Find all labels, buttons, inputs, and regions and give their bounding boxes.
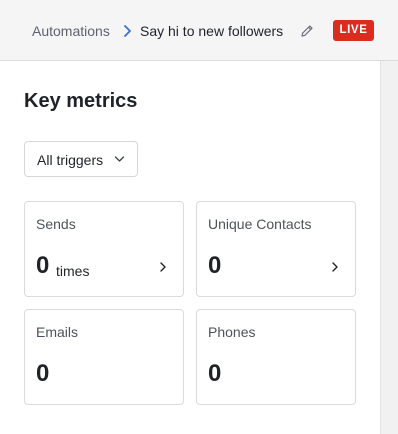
chevron-down-icon (114, 156, 125, 162)
card-title: Sends (36, 216, 76, 232)
emails-card: Emails 0 (24, 309, 184, 405)
metrics-panel: Key metrics All triggers Sends 0 times U… (0, 61, 381, 434)
breadcrumb-automations-link[interactable]: Automations (32, 22, 110, 40)
trigger-filter-value: All triggers (37, 152, 104, 168)
card-value: 0 (36, 360, 50, 387)
card-title: Unique Contacts (208, 216, 312, 232)
sends-card[interactable]: Sends 0 times (24, 201, 184, 297)
scrollbar[interactable] (381, 61, 398, 434)
chevron-right-icon (124, 25, 131, 37)
card-unit: times (56, 263, 90, 279)
automation-name: Say hi to new followers (140, 23, 284, 39)
chevron-right-icon (332, 262, 338, 272)
card-title: Emails (36, 324, 79, 340)
panel-title: Key metrics (24, 90, 138, 112)
chevron-right-icon (160, 262, 166, 272)
phones-card: Phones 0 (196, 309, 356, 405)
pencil-icon[interactable] (299, 23, 315, 39)
top-bar: Automations Say hi to new followers LIVE (0, 0, 398, 61)
status-badge: LIVE (333, 20, 374, 41)
unique-contacts-card[interactable]: Unique Contacts 0 (196, 201, 356, 297)
card-value: 0 (208, 360, 222, 387)
trigger-filter-dropdown[interactable]: All triggers (24, 141, 138, 177)
card-title: Phones (208, 324, 256, 340)
card-value: 0 (208, 252, 222, 279)
card-value: 0 (36, 252, 50, 279)
